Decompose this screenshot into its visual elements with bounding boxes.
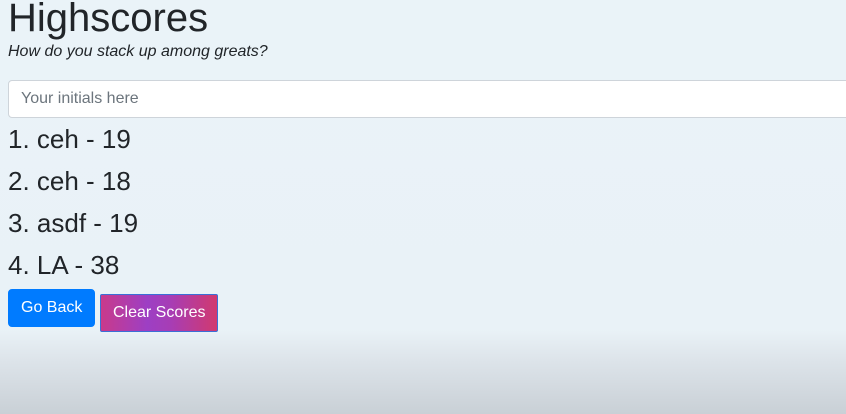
highscore-item: 1. ceh - 19 [8,124,131,154]
initials-input[interactable] [8,80,846,118]
page-subtitle: How do you stack up among greats? [8,43,268,60]
highscore-item: 3. asdf - 19 [8,208,139,238]
page-title: Highscores [8,0,209,40]
highscore-item: 2. ceh - 18 [8,166,131,196]
highscore-item: 4. LA - 38 [8,250,120,280]
highscore-list: 1. ceh - 19 2. ceh - 18 3. asdf - 19 4. … [8,118,138,286]
clear-scores-button[interactable]: Clear Scores [100,294,219,332]
go-back-button[interactable]: Go Back [8,289,96,327]
